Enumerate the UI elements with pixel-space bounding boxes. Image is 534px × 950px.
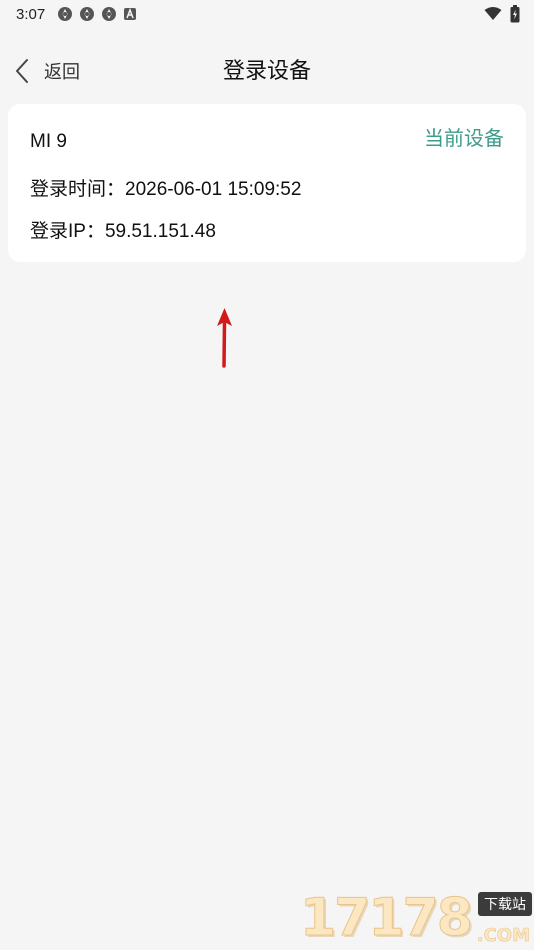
login-ip: 登录IP：59.51.151.48: [30, 221, 216, 242]
wifi-icon: [484, 7, 502, 20]
status-system-icons: [484, 5, 520, 23]
red-arrow-annotation: [217, 308, 232, 368]
a-notification-icon: [124, 7, 137, 20]
page-title: 登录设备: [222, 58, 311, 83]
device-name: MI 9: [30, 131, 67, 152]
watermark-suffix: .COM: [476, 925, 530, 947]
device-card[interactable]: MI 9 当前设备 登录时间：2026-06-01 15:09:52 登录IP：…: [8, 104, 526, 262]
current-device-badge: 当前设备: [424, 128, 504, 150]
watermark-tag: 下载站: [478, 892, 532, 916]
status-time: 3:07: [16, 5, 46, 23]
sync-icon: [58, 7, 73, 21]
battery-icon: [510, 5, 520, 23]
login-time: 登录时间：2026-06-01 15:09:52: [30, 179, 302, 200]
sync-icon: [80, 7, 95, 21]
sync-icon: [102, 7, 117, 21]
header: 返回 登录设备: [0, 44, 534, 98]
status-notification-icons: [57, 6, 137, 22]
watermark-digits: 17178: [300, 888, 474, 949]
watermark-logo: 17178 下载站 .COM: [300, 888, 532, 949]
status-bar: 3:07: [0, 0, 534, 28]
